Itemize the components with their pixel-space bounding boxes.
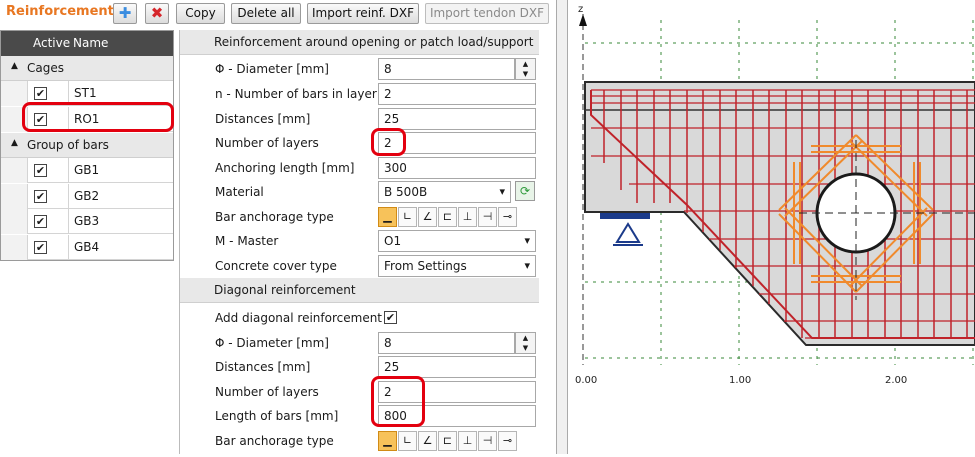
- cover-label: Concrete cover type: [215, 259, 337, 273]
- tree-row-gb2[interactable]: ✔ GB2: [1, 184, 173, 209]
- anchorage-head-icon[interactable]: ⊣: [478, 207, 497, 227]
- group-bars[interactable]: ▲ Group of bars: [1, 133, 173, 158]
- add-diagonal-label: Add diagonal reinforcement: [215, 311, 383, 325]
- cover-select[interactable]: From Settings: [378, 255, 536, 277]
- diag-diameter-label: Φ - Diameter [mm]: [215, 336, 329, 350]
- collapse-arrow-icon[interactable]: ▲: [11, 138, 18, 148]
- highlight-ro1: [22, 102, 174, 132]
- add-diagonal-checkbox[interactable]: ✔: [384, 311, 397, 324]
- diag-length-label: Length of bars [mm]: [215, 409, 339, 423]
- z-axis-arrow-icon: [579, 14, 587, 26]
- import-tendon-dxf-button: Import tendon DXF: [425, 3, 549, 24]
- support-plate: [600, 213, 650, 219]
- anchorage-coupler-icon[interactable]: ⊸: [498, 431, 517, 451]
- row-name: GB1: [74, 163, 100, 177]
- distances-label: Distances [mm]: [215, 112, 311, 126]
- distances-field[interactable]: 25: [378, 108, 536, 130]
- panel-splitter[interactable]: [556, 0, 568, 454]
- anchorage-straight-icon[interactable]: ▁: [378, 431, 397, 451]
- diameter-label: Φ - Diameter [mm]: [215, 62, 329, 76]
- spin-down-icon: ▼: [522, 344, 529, 352]
- row-name: ST1: [74, 86, 97, 100]
- plus-icon: ✚: [118, 4, 132, 22]
- group-cages[interactable]: ▲ Cages: [1, 56, 173, 81]
- anchorage-hook-180-icon[interactable]: ⊏: [438, 431, 457, 451]
- bars-in-layer-label: n - Number of bars in layer: [215, 87, 377, 101]
- copy-button[interactable]: Copy: [176, 3, 225, 24]
- properties-panel: Reinforcement around opening or patch lo…: [179, 30, 539, 454]
- diag-diameter-spinner[interactable]: ▲ ▼: [515, 332, 536, 354]
- spin-up-icon: ▲: [522, 60, 529, 68]
- drawing-canvas[interactable]: z 0.00 1.00 2.00: [569, 0, 975, 454]
- group-label: Group of bars: [27, 138, 109, 152]
- anchorage-coupler-icon[interactable]: ⊸: [498, 207, 517, 227]
- active-checkbox[interactable]: ✔: [34, 164, 47, 177]
- reinforcement-tree: Active Name ▲ Cages ✔ ST1 ✔ RO1 ▲ Group …: [0, 30, 174, 261]
- anchorage-straight-icon[interactable]: ▁: [378, 207, 397, 227]
- diag-distances-label: Distances [mm]: [215, 360, 311, 374]
- tree-header: Active Name: [1, 31, 173, 56]
- row-name: GB3: [74, 214, 100, 228]
- x-tick-label: 1.00: [729, 375, 751, 386]
- row-name: GB2: [74, 189, 100, 203]
- anchorage-type-selector: ▁ ∟ ∠ ⊏ ⊥ ⊣ ⊸: [378, 206, 538, 228]
- col-active-header[interactable]: Active: [33, 36, 70, 50]
- anchorage-bend-icon[interactable]: ∠: [418, 431, 437, 451]
- anchorage-hook-180-icon[interactable]: ⊏: [438, 207, 457, 227]
- col-name-header[interactable]: Name: [73, 36, 108, 50]
- tree-row-gb1[interactable]: ✔ GB1: [1, 158, 173, 183]
- anchorage-label: Bar anchorage type: [215, 210, 334, 224]
- spin-up-icon: ▲: [522, 334, 529, 342]
- diag-anchorage-type-selector: ▁ ∟ ∠ ⊏ ⊥ ⊣ ⊸: [378, 430, 538, 452]
- diameter-field[interactable]: 8: [378, 58, 515, 80]
- panel-title: Reinforcement: [6, 4, 114, 19]
- delete-all-button[interactable]: Delete all: [231, 3, 301, 24]
- diag-diameter-field[interactable]: 8: [378, 332, 515, 354]
- diameter-spinner[interactable]: ▲ ▼: [515, 58, 536, 80]
- tree-row-gb4[interactable]: ✔ GB4: [1, 235, 173, 260]
- tree-row-gb3[interactable]: ✔ GB3: [1, 209, 173, 234]
- geometry-drawing: z 0.00 1.00 2.00: [575, 4, 975, 386]
- group-label: Cages: [27, 61, 64, 75]
- row-name: GB4: [74, 240, 100, 254]
- section-diagonal-reinforcement[interactable]: Diagonal reinforcement: [180, 278, 539, 303]
- material-label: Material: [215, 185, 264, 199]
- anchorage-plate-icon[interactable]: ⊥: [458, 431, 477, 451]
- x-tick-label: 2.00: [885, 375, 907, 386]
- delete-button[interactable]: ✖: [145, 3, 169, 24]
- anchorage-hook-90-icon[interactable]: ∟: [398, 207, 417, 227]
- anchorage-plate-icon[interactable]: ⊥: [458, 207, 477, 227]
- master-label: M - Master: [215, 234, 279, 248]
- anchorage-head-icon[interactable]: ⊣: [478, 431, 497, 451]
- diag-anchorage-label: Bar anchorage type: [215, 434, 334, 448]
- support-triangle-icon: [615, 222, 641, 243]
- layers-label: Number of layers: [215, 136, 319, 150]
- active-checkbox[interactable]: ✔: [34, 87, 47, 100]
- refresh-icon: ⟳: [519, 184, 531, 198]
- active-checkbox[interactable]: ✔: [34, 190, 47, 203]
- master-select[interactable]: O1: [378, 230, 536, 252]
- collapse-arrow-icon[interactable]: ▲: [11, 61, 18, 71]
- highlight-layers: [371, 128, 406, 156]
- anchorage-bend-icon[interactable]: ∠: [418, 207, 437, 227]
- spin-down-icon: ▼: [522, 70, 529, 78]
- anchorage-hook-90-icon[interactable]: ∟: [398, 431, 417, 451]
- add-button[interactable]: ✚: [113, 3, 137, 24]
- import-reinf-dxf-button[interactable]: Import reinf. DXF: [307, 3, 419, 24]
- material-edit-button[interactable]: ⟳: [515, 181, 535, 201]
- x-icon: ✖: [150, 4, 164, 22]
- material-select[interactable]: B 500B: [378, 181, 511, 203]
- active-checkbox[interactable]: ✔: [34, 241, 47, 254]
- x-tick-label: 0.00: [575, 375, 597, 386]
- highlight-diagonal-values: [371, 376, 425, 427]
- section-opening-reinforcement[interactable]: Reinforcement around opening or patch lo…: [180, 30, 539, 55]
- anchoring-field[interactable]: 300: [378, 157, 536, 179]
- diag-distances-field[interactable]: 25: [378, 356, 536, 378]
- z-axis-label: z: [578, 4, 583, 15]
- active-checkbox[interactable]: ✔: [34, 215, 47, 228]
- diag-layers-label: Number of layers: [215, 385, 319, 399]
- bars-in-layer-field[interactable]: 2: [378, 83, 536, 105]
- anchoring-label: Anchoring length [mm]: [215, 161, 355, 175]
